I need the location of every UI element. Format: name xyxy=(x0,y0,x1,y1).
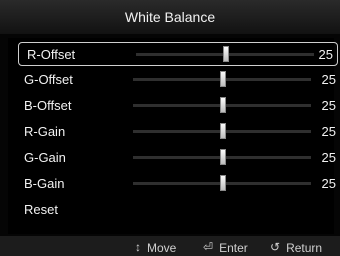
move-label: Move xyxy=(147,241,177,255)
enter-label: Enter xyxy=(219,241,248,255)
menu-row-r-gain[interactable]: R-Gain 25 xyxy=(16,120,340,144)
menu-row-label: G-Gain xyxy=(24,150,66,165)
menu-row-reset[interactable]: Reset xyxy=(16,198,340,222)
menu-row-value: 25 xyxy=(321,98,336,113)
menu-row-b-offset[interactable]: B-Offset 25 xyxy=(16,94,340,118)
menu-row-value: 25 xyxy=(321,72,336,87)
menu-row-value: 25 xyxy=(318,47,333,62)
slider-thumb[interactable] xyxy=(220,97,226,113)
return-label: Return xyxy=(286,241,323,255)
menu-row-b-gain[interactable]: B-Gain 25 xyxy=(16,172,340,196)
menu-row-label: Reset xyxy=(24,202,58,217)
menu-row-g-offset[interactable]: G-Offset 25 xyxy=(16,68,340,92)
menu-row-value: 25 xyxy=(321,150,336,165)
return-hint: ↺ Return xyxy=(270,241,322,255)
menu-panel: R-Offset 25 G-Offset 25 B-Offset 25 R-Ga… xyxy=(8,38,338,234)
menu-row-r-offset[interactable]: R-Offset 25 xyxy=(18,42,338,66)
slider-thumb[interactable] xyxy=(220,71,226,87)
enter-hint: ⏎ Enter xyxy=(203,241,248,255)
menu-row-value: 25 xyxy=(321,176,336,191)
menu-row-label: R-Offset xyxy=(27,47,76,62)
menu-row-label: B-Gain xyxy=(24,176,65,191)
footer-hints: ↕ Move ⏎ Enter ↺ Return xyxy=(0,236,340,256)
enter-icon: ⏎ xyxy=(203,240,214,254)
menu-row-label: B-Offset xyxy=(24,98,72,113)
slider-track[interactable] xyxy=(136,46,314,62)
menu-row-g-gain[interactable]: G-Gain 25 xyxy=(16,146,340,170)
slider-track[interactable] xyxy=(133,71,311,87)
slider-track[interactable] xyxy=(133,97,311,113)
move-hint: ↕ Move xyxy=(135,241,176,255)
slider-track[interactable] xyxy=(133,175,311,191)
menu-row-value: 25 xyxy=(321,124,336,139)
slider-track[interactable] xyxy=(133,123,311,139)
return-icon: ↺ xyxy=(270,240,281,254)
slider-thumb[interactable] xyxy=(220,149,226,165)
menu-row-label: G-Offset xyxy=(24,72,73,87)
slider-thumb[interactable] xyxy=(223,46,229,62)
menu-row-label: R-Gain xyxy=(24,124,66,139)
slider-thumb[interactable] xyxy=(220,123,226,139)
page-title: White Balance xyxy=(0,0,340,34)
slider-track[interactable] xyxy=(133,149,311,165)
up-down-arrows-icon: ↕ xyxy=(135,240,141,254)
page-title-text: White Balance xyxy=(124,9,216,25)
slider-thumb[interactable] xyxy=(220,175,226,191)
